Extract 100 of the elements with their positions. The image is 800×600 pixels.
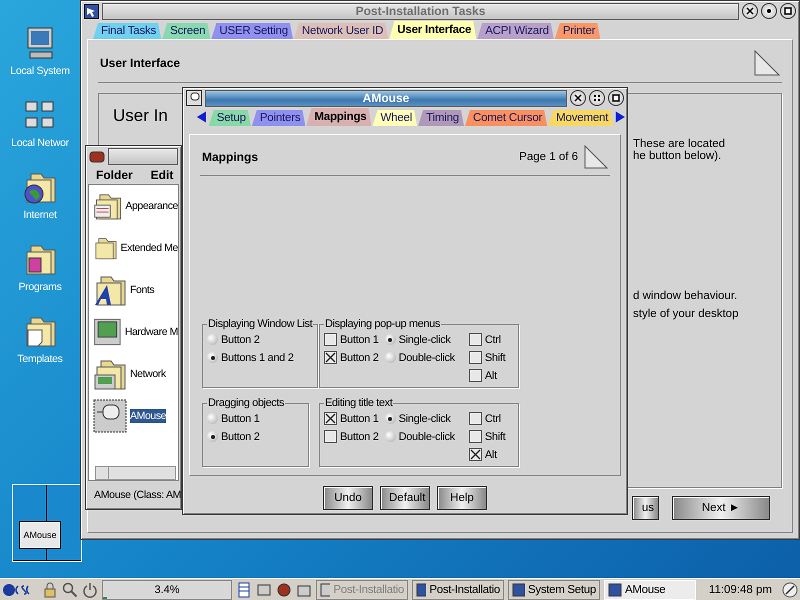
description-text: d window behaviour. (633, 290, 738, 302)
cpu-reading: 3.4% (154, 584, 180, 596)
option-label: Button 2 (221, 334, 260, 346)
power-icon (82, 582, 98, 598)
page-title: User Interface (100, 56, 180, 70)
maximize-icon[interactable] (780, 3, 796, 19)
help-button[interactable]: Help (437, 486, 487, 510)
description-text: he button below). (633, 150, 722, 162)
option-label: Single-click (398, 334, 451, 346)
notebook-tab[interactable]: Printer (554, 23, 600, 39)
option-label: Button 2 (340, 352, 379, 364)
option-label: Double-click (398, 430, 455, 442)
description-text: style of your desktop (633, 308, 740, 320)
taskbar-button[interactable]: System Setup (508, 580, 600, 600)
horizontal-scrollbar[interactable] (95, 466, 176, 480)
folder-item-label[interactable]: Fonts (130, 283, 154, 297)
notebook-tab[interactable]: USER Setting (211, 23, 293, 39)
option-label: Shift (484, 430, 506, 442)
option-label: Ctrl (484, 334, 501, 346)
option-label: Alt (484, 448, 497, 460)
notebook-tab[interactable]: Setup (208, 110, 251, 126)
radio-button[interactable] (207, 334, 218, 345)
menu-item[interactable]: Edit (150, 168, 174, 182)
taskbar-button[interactable]: Post-Installatio (412, 580, 504, 600)
folder-item-label[interactable]: AMouse (130, 409, 166, 423)
taskbar-button[interactable]: AMouse (604, 580, 696, 600)
next-button[interactable]: Next ► (672, 496, 770, 520)
window-title: AMouse (205, 90, 567, 106)
radio-button[interactable] (207, 413, 218, 424)
notebook-tab[interactable]: Screen (162, 23, 210, 39)
search-icon (62, 582, 78, 598)
checkbox[interactable] (468, 412, 482, 425)
mini-window[interactable]: AMouse (19, 521, 61, 549)
notebook-tab[interactable]: Wheel (372, 110, 418, 126)
menu-item[interactable]: Folder (96, 168, 133, 182)
option-label: Alt (484, 370, 497, 382)
option-label: Shift (484, 352, 506, 364)
folder-item-label[interactable]: Extended Me (120, 241, 178, 255)
desktop-pager[interactable]: AMouse (12, 484, 82, 562)
checkbox[interactable] (324, 351, 337, 364)
group-title: Editing title text (324, 397, 394, 409)
option-label: Single-click (398, 412, 451, 424)
option-label: Button 2 (340, 430, 379, 442)
notebook-tab[interactable]: Pointers (252, 110, 306, 126)
radio-button[interactable] (207, 352, 218, 363)
folder-item-label[interactable]: Network (130, 367, 166, 381)
group-title: Dragging objects (207, 397, 286, 409)
notebook-tab[interactable]: ACPI Wizard (477, 23, 554, 39)
section-heading: User In (113, 106, 168, 126)
checkbox[interactable] (468, 430, 482, 443)
page-turn-icon (754, 50, 780, 76)
undo-button[interactable]: Undo (323, 486, 373, 510)
page-turn-icon (584, 145, 608, 169)
radio-button[interactable] (384, 334, 396, 345)
minimize-icon[interactable] (589, 90, 605, 106)
folder-item-label[interactable]: Hardware M (124, 325, 178, 339)
mouse-icon (186, 90, 202, 106)
checkbox[interactable] (468, 351, 482, 364)
radio-button[interactable] (384, 352, 396, 363)
previous-button[interactable]: us (632, 496, 659, 520)
description-text: These are located (633, 138, 726, 150)
radio-button[interactable] (384, 413, 396, 424)
option-label: Ctrl (484, 412, 501, 424)
notebook-tab[interactable]: Network User ID (294, 23, 388, 39)
option-label: Double-click (398, 352, 455, 364)
window-title-bar (108, 148, 178, 164)
window-list-icon (236, 582, 252, 598)
option-label: Button 1 (340, 334, 379, 346)
page-indicator: Page 1 of 6 (519, 151, 578, 163)
checkbox[interactable] (324, 412, 337, 425)
notebook-tab[interactable]: User Interface (389, 21, 476, 39)
notebook-tab[interactable]: Mappings (306, 108, 372, 126)
maximize-icon[interactable] (608, 90, 624, 106)
status-text: AMouse (Class: AM (93, 488, 181, 503)
pen-icon (782, 582, 798, 598)
window-title: Post-Installation Tasks (102, 2, 739, 20)
radio-button[interactable] (207, 431, 218, 442)
checkbox[interactable] (468, 333, 482, 346)
notebook-tab[interactable]: Comet Cursor (464, 110, 548, 126)
group-title: Displaying Window List (207, 318, 314, 330)
clock: 11:09:48 pm (708, 584, 773, 596)
folder-item-label[interactable]: Appearance (125, 199, 178, 213)
radio-button[interactable] (384, 431, 396, 442)
option-label: Button 1 (340, 412, 379, 424)
checkbox[interactable] (468, 448, 482, 461)
notebook-tab[interactable]: Timing (418, 110, 464, 126)
notebook-tab[interactable]: Movement (548, 110, 614, 126)
option-label: Buttons 1 and 2 (221, 352, 294, 364)
checkbox[interactable] (324, 333, 337, 346)
checkbox[interactable] (324, 430, 337, 443)
page-title: Mappings (202, 150, 258, 164)
close-icon[interactable] (742, 3, 758, 19)
group-title: Displaying pop-up menus (324, 318, 441, 330)
minimize-icon[interactable] (761, 3, 777, 19)
default-button[interactable]: Default (380, 486, 430, 510)
close-icon[interactable] (570, 90, 586, 106)
mouse-icon (93, 399, 127, 433)
checkbox[interactable] (468, 369, 482, 382)
option-label: Button 2 (221, 430, 260, 442)
notebook-tab[interactable]: Final Tasks (93, 23, 162, 39)
